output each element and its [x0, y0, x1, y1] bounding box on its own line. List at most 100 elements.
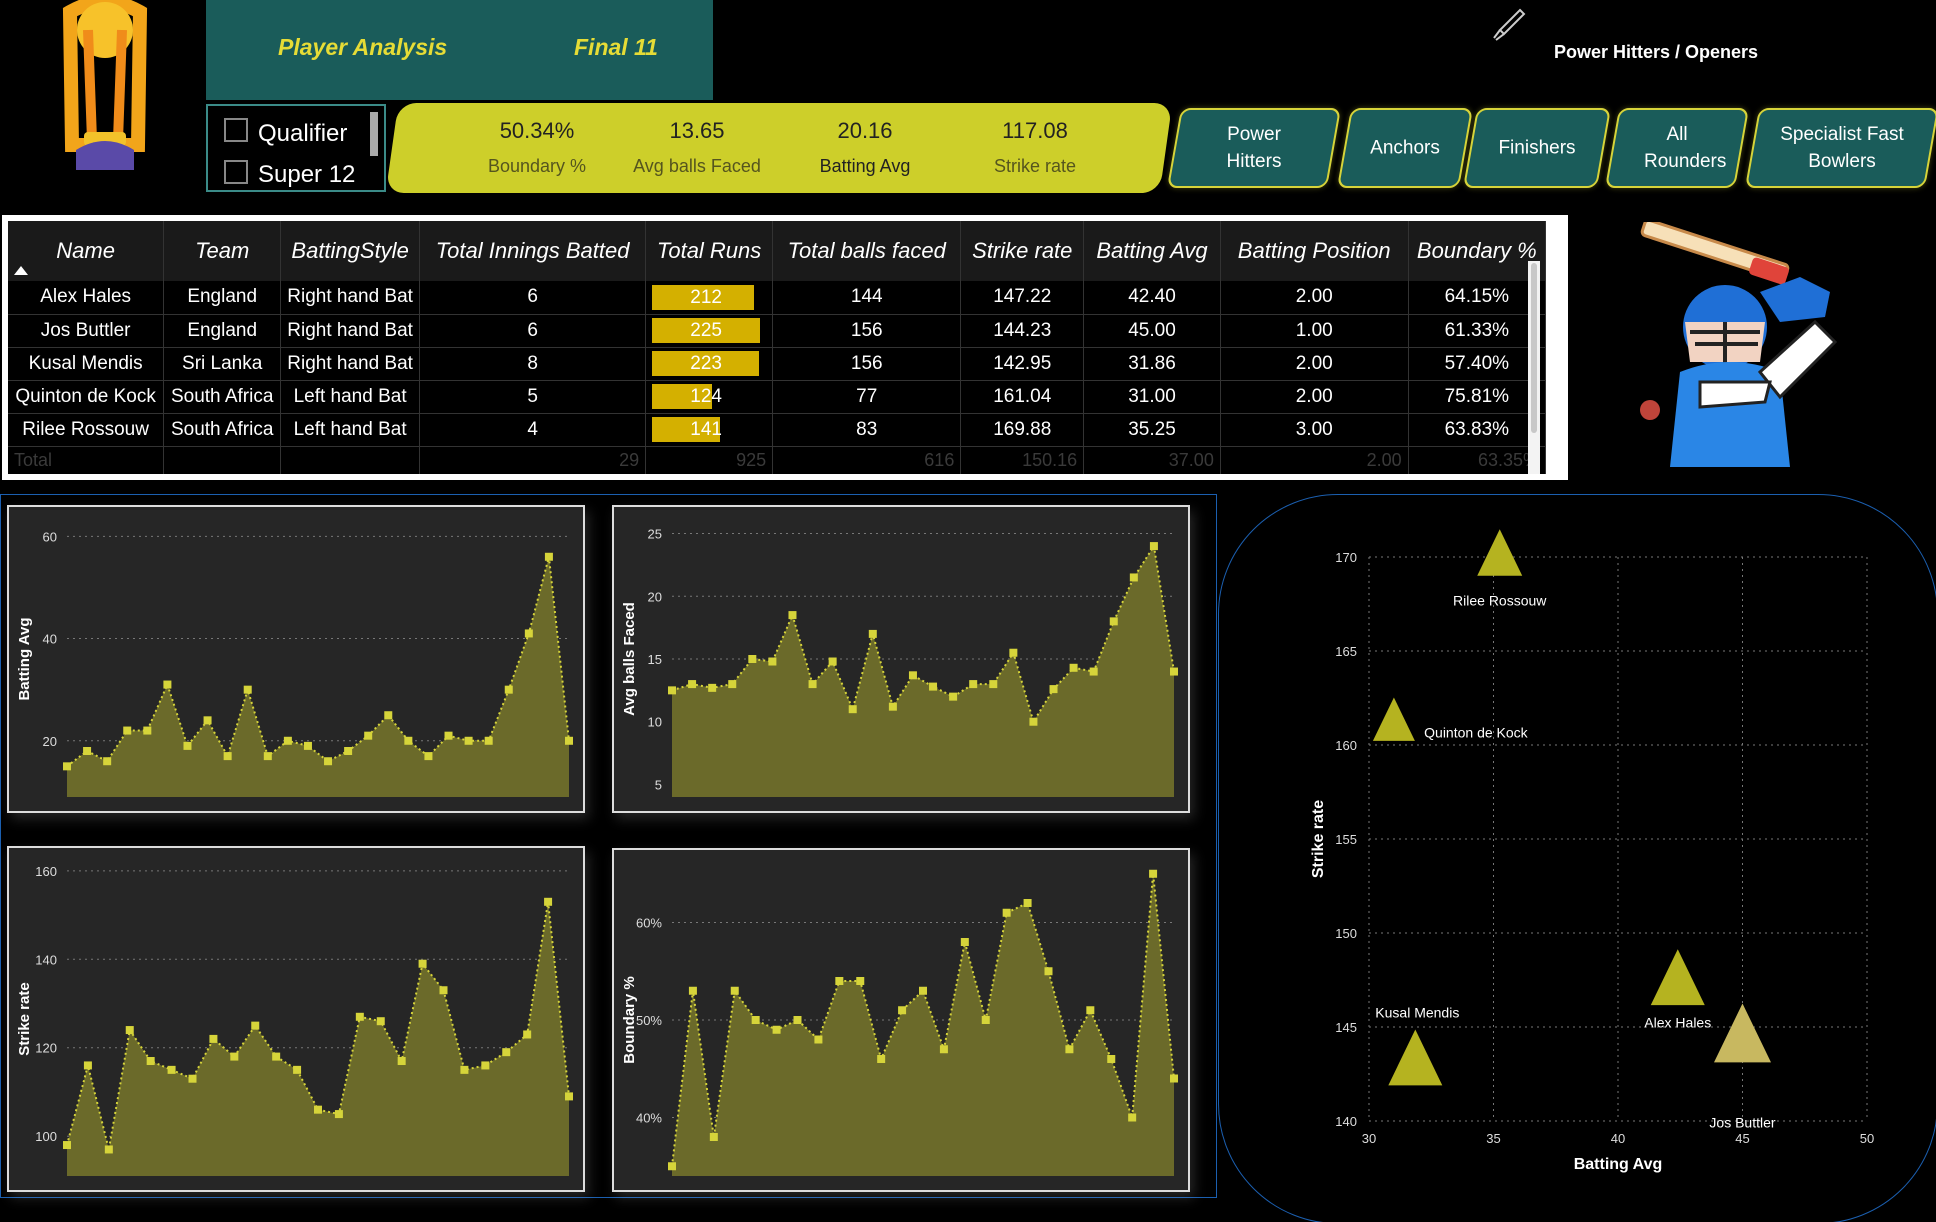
data-point[interactable] [939, 1045, 948, 1054]
data-point[interactable] [1149, 542, 1158, 551]
data-point[interactable] [688, 986, 697, 995]
data-point[interactable] [167, 1065, 176, 1074]
data-point[interactable] [981, 1016, 990, 1024]
scatter-point[interactable] [1388, 1029, 1443, 1086]
data-point[interactable] [460, 1065, 469, 1074]
scatter-point[interactable] [1650, 949, 1705, 1006]
data-point[interactable] [544, 897, 553, 906]
batting-avg-chart-panel[interactable]: 20 40 60 Batting Avg [7, 505, 585, 813]
nav-player-analysis[interactable]: Player Analysis [278, 34, 447, 61]
data-point[interactable] [668, 1162, 676, 1171]
qualifier-checkbox[interactable] [224, 118, 248, 142]
data-point[interactable] [828, 657, 837, 666]
data-point[interactable] [544, 552, 553, 561]
data-point[interactable] [1086, 1006, 1095, 1015]
data-point[interactable] [203, 716, 212, 725]
col-balls-header[interactable]: Total balls faced [772, 221, 962, 281]
data-point[interactable] [688, 680, 697, 689]
data-point[interactable] [283, 736, 292, 745]
data-point[interactable] [565, 1092, 573, 1101]
finishers-button[interactable]: Finishers [1462, 108, 1612, 188]
data-point[interactable] [163, 680, 172, 689]
data-point[interactable] [772, 1025, 781, 1034]
data-point[interactable] [334, 1110, 343, 1119]
col-runs-header[interactable]: Total Runs [645, 221, 774, 281]
data-point[interactable] [324, 757, 333, 766]
data-point[interactable] [123, 726, 132, 735]
data-point[interactable] [125, 1026, 134, 1035]
col-batting-position-header[interactable]: Batting Position [1220, 221, 1409, 281]
data-point[interactable] [814, 1035, 823, 1044]
data-point[interactable] [888, 702, 897, 711]
data-point[interactable] [989, 680, 998, 689]
data-point[interactable] [223, 752, 232, 761]
data-point[interactable] [788, 611, 797, 620]
avg-balls-faced-chart-panel[interactable]: 5 10 15 20 25 Avg balls Faced [612, 505, 1190, 813]
data-point[interactable] [856, 977, 865, 985]
col-batting-avg-header[interactable]: Batting Avg [1083, 221, 1221, 281]
data-point[interactable] [1029, 717, 1038, 726]
data-point[interactable] [444, 731, 453, 740]
table-scrollbar[interactable] [1528, 261, 1540, 474]
data-point[interactable] [1009, 648, 1018, 657]
all-rounders-button[interactable]: All Rounders [1604, 108, 1750, 188]
data-point[interactable] [523, 1030, 532, 1039]
data-point[interactable] [293, 1065, 302, 1074]
data-point[interactable] [384, 711, 393, 720]
data-point[interactable] [183, 741, 192, 750]
data-point[interactable] [146, 1057, 155, 1066]
data-point[interactable] [1109, 617, 1118, 626]
sort-ascending-icon[interactable] [14, 266, 28, 275]
data-point[interactable] [104, 1145, 113, 1154]
col-team-header[interactable]: Team [163, 221, 282, 281]
data-point[interactable] [751, 1016, 760, 1024]
data-point[interactable] [748, 655, 757, 663]
col-name-header[interactable]: Name [8, 221, 165, 281]
data-point[interactable] [397, 1057, 406, 1066]
data-point[interactable] [376, 1017, 385, 1026]
data-point[interactable] [1170, 1074, 1178, 1083]
data-point[interactable] [1002, 908, 1011, 917]
data-point[interactable] [768, 657, 777, 666]
data-point[interactable] [188, 1074, 197, 1083]
data-point[interactable] [314, 1105, 322, 1114]
data-point[interactable] [439, 986, 448, 995]
col-strike-rate-header[interactable]: Strike rate [960, 221, 1085, 281]
scatter-point[interactable] [1477, 529, 1523, 576]
data-point[interactable] [1170, 667, 1178, 676]
data-point[interactable] [272, 1052, 281, 1061]
boundary-pct-chart-panel[interactable]: 40% 50% 60% Boundary % [612, 848, 1190, 1192]
data-point[interactable] [730, 986, 739, 995]
data-point[interactable] [668, 686, 676, 695]
data-point[interactable] [1089, 667, 1098, 676]
data-point[interactable] [728, 680, 737, 689]
data-point[interactable] [1069, 663, 1078, 672]
data-point[interactable] [303, 741, 312, 750]
anchors-button[interactable]: Anchors [1336, 108, 1474, 188]
data-point[interactable] [63, 1141, 71, 1150]
data-point[interactable] [1023, 899, 1032, 907]
scatter-point[interactable] [1372, 697, 1415, 741]
data-point[interactable] [1149, 869, 1158, 878]
data-point[interactable] [868, 629, 877, 638]
data-point[interactable] [1065, 1045, 1074, 1054]
data-point[interactable] [908, 671, 917, 680]
data-point[interactable] [209, 1034, 218, 1043]
data-point[interactable] [418, 959, 427, 968]
data-point[interactable] [230, 1052, 239, 1061]
col-battingstyle-header[interactable]: BattingStyle [280, 221, 421, 281]
data-point[interactable] [424, 752, 433, 761]
specialist-fast-bowlers-button[interactable]: Specialist Fast Bowlers [1744, 108, 1936, 188]
data-point[interactable] [835, 977, 844, 985]
data-point[interactable] [251, 1021, 260, 1030]
data-point[interactable] [504, 685, 513, 694]
data-point[interactable] [344, 747, 353, 755]
data-point[interactable] [1129, 573, 1138, 582]
data-point[interactable] [143, 726, 152, 735]
data-point[interactable] [364, 731, 373, 740]
table-row[interactable]: Kusal Mendis Sri Lanka Right hand Bat 8 223 1… [8, 347, 1546, 381]
data-point[interactable] [969, 680, 978, 689]
data-point[interactable] [355, 1012, 364, 1021]
col-boundary-header[interactable]: Boundary % [1408, 221, 1546, 281]
col-innings-header[interactable]: Total Innings Batted [419, 221, 647, 281]
